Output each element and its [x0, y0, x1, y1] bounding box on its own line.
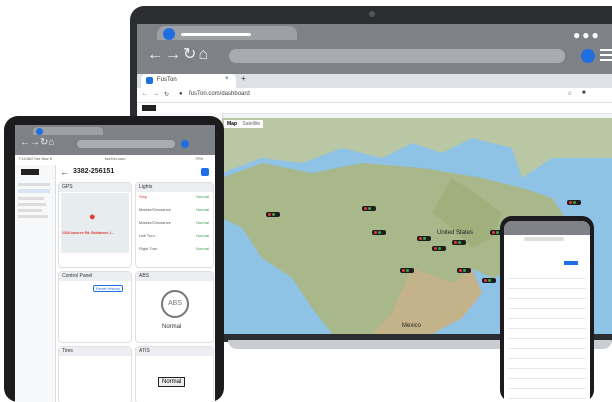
- abs-icon-label: ABS: [167, 300, 182, 307]
- lights-card: Lights Stop Normal Marker/Clearance Norm…: [135, 182, 214, 268]
- map-tab-satellite[interactable]: Satellite: [242, 121, 260, 127]
- tablet-mockup-address: [77, 140, 175, 148]
- browser-tab-title: FusTon: [157, 77, 177, 83]
- mockup-dots-icon: ●●●: [573, 28, 601, 42]
- phone-table: [508, 269, 586, 399]
- traffic-light-marker[interactable]: [482, 278, 496, 283]
- gps-map[interactable]: ●: [61, 193, 129, 253]
- reload-icon[interactable]: ↻: [164, 91, 169, 98]
- country-label-mexico: Mexico: [402, 323, 422, 329]
- new-tab-icon[interactable]: +: [241, 74, 246, 83]
- logo: [142, 105, 156, 111]
- extensions-icon[interactable]: ■: [582, 90, 586, 96]
- mockup-tab-line: [181, 33, 251, 36]
- star-icon[interactable]: ☆: [567, 90, 572, 97]
- phone-screen: [504, 221, 590, 402]
- back-icon[interactable]: ←: [142, 91, 148, 97]
- mockup-menu-icon: [600, 49, 612, 61]
- tablet-screen: ←→↻⌂ 7:14 AM Tue Nov 5 fusTon.com 79% ← …: [15, 125, 215, 402]
- sidebar-item[interactable]: [18, 203, 46, 206]
- action-button[interactable]: [201, 168, 209, 176]
- gps-card-title: GPS: [59, 183, 131, 192]
- light-row: Marker/Clearance Normal: [139, 220, 209, 225]
- url-text[interactable]: fusTon.com/dashboard: [189, 91, 250, 97]
- tablet-sidebar: [15, 165, 56, 402]
- light-label: Marker/Clearance: [139, 220, 171, 225]
- mockup-address-bar: [229, 49, 565, 63]
- device-id-title: 3382-256151: [73, 168, 115, 175]
- country-label-us: United States: [437, 230, 474, 236]
- tablet-status-bar: 7:14 AM Tue Nov 5 fusTon.com 79%: [15, 156, 215, 162]
- atis-status: Normal: [158, 377, 186, 387]
- tablet-mockup-nav: ←→↻⌂: [20, 137, 55, 148]
- map-type-control: Map Satellite: [224, 120, 264, 128]
- back-arrow-icon[interactable]: ←: [60, 167, 69, 177]
- control-panel-card: Control Panel Reset History: [58, 271, 132, 343]
- light-value: Normal: [196, 246, 209, 251]
- traffic-light-marker[interactable]: [362, 206, 376, 211]
- sidebar-item[interactable]: [18, 183, 50, 186]
- reset-history-button[interactable]: Reset History: [93, 285, 124, 292]
- traffic-light-marker[interactable]: [372, 230, 386, 235]
- traffic-light-marker[interactable]: [452, 240, 466, 245]
- tablet-battery: 79%: [195, 156, 204, 161]
- mockup-avatar-icon: [581, 49, 595, 63]
- tablet-mockup-header: ←→↻⌂: [15, 125, 215, 155]
- light-value: Normal: [196, 220, 209, 225]
- mockup-tab-dot-icon: [163, 28, 175, 40]
- light-row: Stop Normal: [139, 194, 209, 199]
- abs-icon: ABS: [161, 290, 189, 318]
- map-tab-map[interactable]: Map: [227, 121, 237, 127]
- tires-card-title: Tires: [59, 347, 131, 356]
- favicon-icon: [146, 77, 153, 84]
- traffic-light-marker[interactable]: [567, 200, 581, 205]
- control-panel-title: Control Panel: [59, 272, 131, 281]
- light-label: Stop: [139, 194, 148, 199]
- tab-close-icon[interactable]: ×: [225, 76, 229, 82]
- light-row: Marker/Clearance Normal: [139, 207, 209, 212]
- tablet-url: fusTon.com: [105, 156, 126, 161]
- phone-mockup-header: [504, 221, 590, 235]
- abs-card-title: ABS: [136, 272, 213, 281]
- light-label: Left Turn: [139, 233, 155, 238]
- atis-card: ATIS Normal: [135, 346, 214, 402]
- traffic-light-marker[interactable]: [432, 246, 446, 251]
- tablet-mockup-tab: [33, 127, 103, 135]
- light-row: Right Turn Normal: [139, 246, 209, 251]
- light-label: Right Turn: [139, 246, 158, 251]
- sidebar-item-active[interactable]: [18, 189, 50, 193]
- light-value: Normal: [196, 194, 209, 199]
- gps-card: GPS ● 1330 Amoree Rd, Baldavore, I...: [58, 182, 132, 268]
- traffic-light-marker[interactable]: [417, 236, 431, 241]
- light-value: Normal: [196, 207, 209, 212]
- light-row: Left Turn Normal: [139, 233, 209, 238]
- tablet-time: 7:14 AM Tue Nov 5: [18, 156, 53, 161]
- abs-status: Normal: [162, 324, 182, 330]
- lock-icon: ●: [179, 91, 183, 97]
- tablet-mockup-dot-icon: [36, 128, 43, 135]
- tires-card: Tires: [58, 346, 132, 402]
- atis-card-title: ATIS: [136, 347, 213, 356]
- webcam-icon: [369, 11, 375, 17]
- traffic-light-marker[interactable]: [457, 268, 471, 273]
- traffic-light-marker[interactable]: [400, 268, 414, 273]
- sidebar-item[interactable]: [18, 197, 44, 200]
- lights-card-title: Lights: [136, 183, 213, 192]
- phone-search-bar[interactable]: [524, 237, 564, 241]
- forward-icon[interactable]: →: [153, 91, 159, 97]
- browser-tab[interactable]: FusTon ×: [141, 74, 236, 88]
- gps-address: 1330 Amoree Rd, Baldavore, I...: [62, 231, 115, 235]
- map-pin-icon: ●: [89, 211, 96, 223]
- sidebar-item[interactable]: [18, 215, 48, 218]
- light-label: Marker/Clearance: [139, 207, 171, 212]
- light-value: Normal: [196, 233, 209, 238]
- browser-toolbar: ← → ↻ ● fusTon.com/dashboard ☆ ■: [137, 88, 612, 103]
- sidebar-item[interactable]: [18, 209, 42, 212]
- phone-filter-button[interactable]: [564, 261, 578, 265]
- tablet-logo: [21, 169, 39, 175]
- tablet-mockup-avatar: [181, 140, 189, 148]
- mockup-nav-icons: ←→↻⌂: [147, 46, 211, 63]
- abs-card: ABS ABS Normal: [135, 271, 214, 343]
- traffic-light-marker[interactable]: [266, 212, 280, 217]
